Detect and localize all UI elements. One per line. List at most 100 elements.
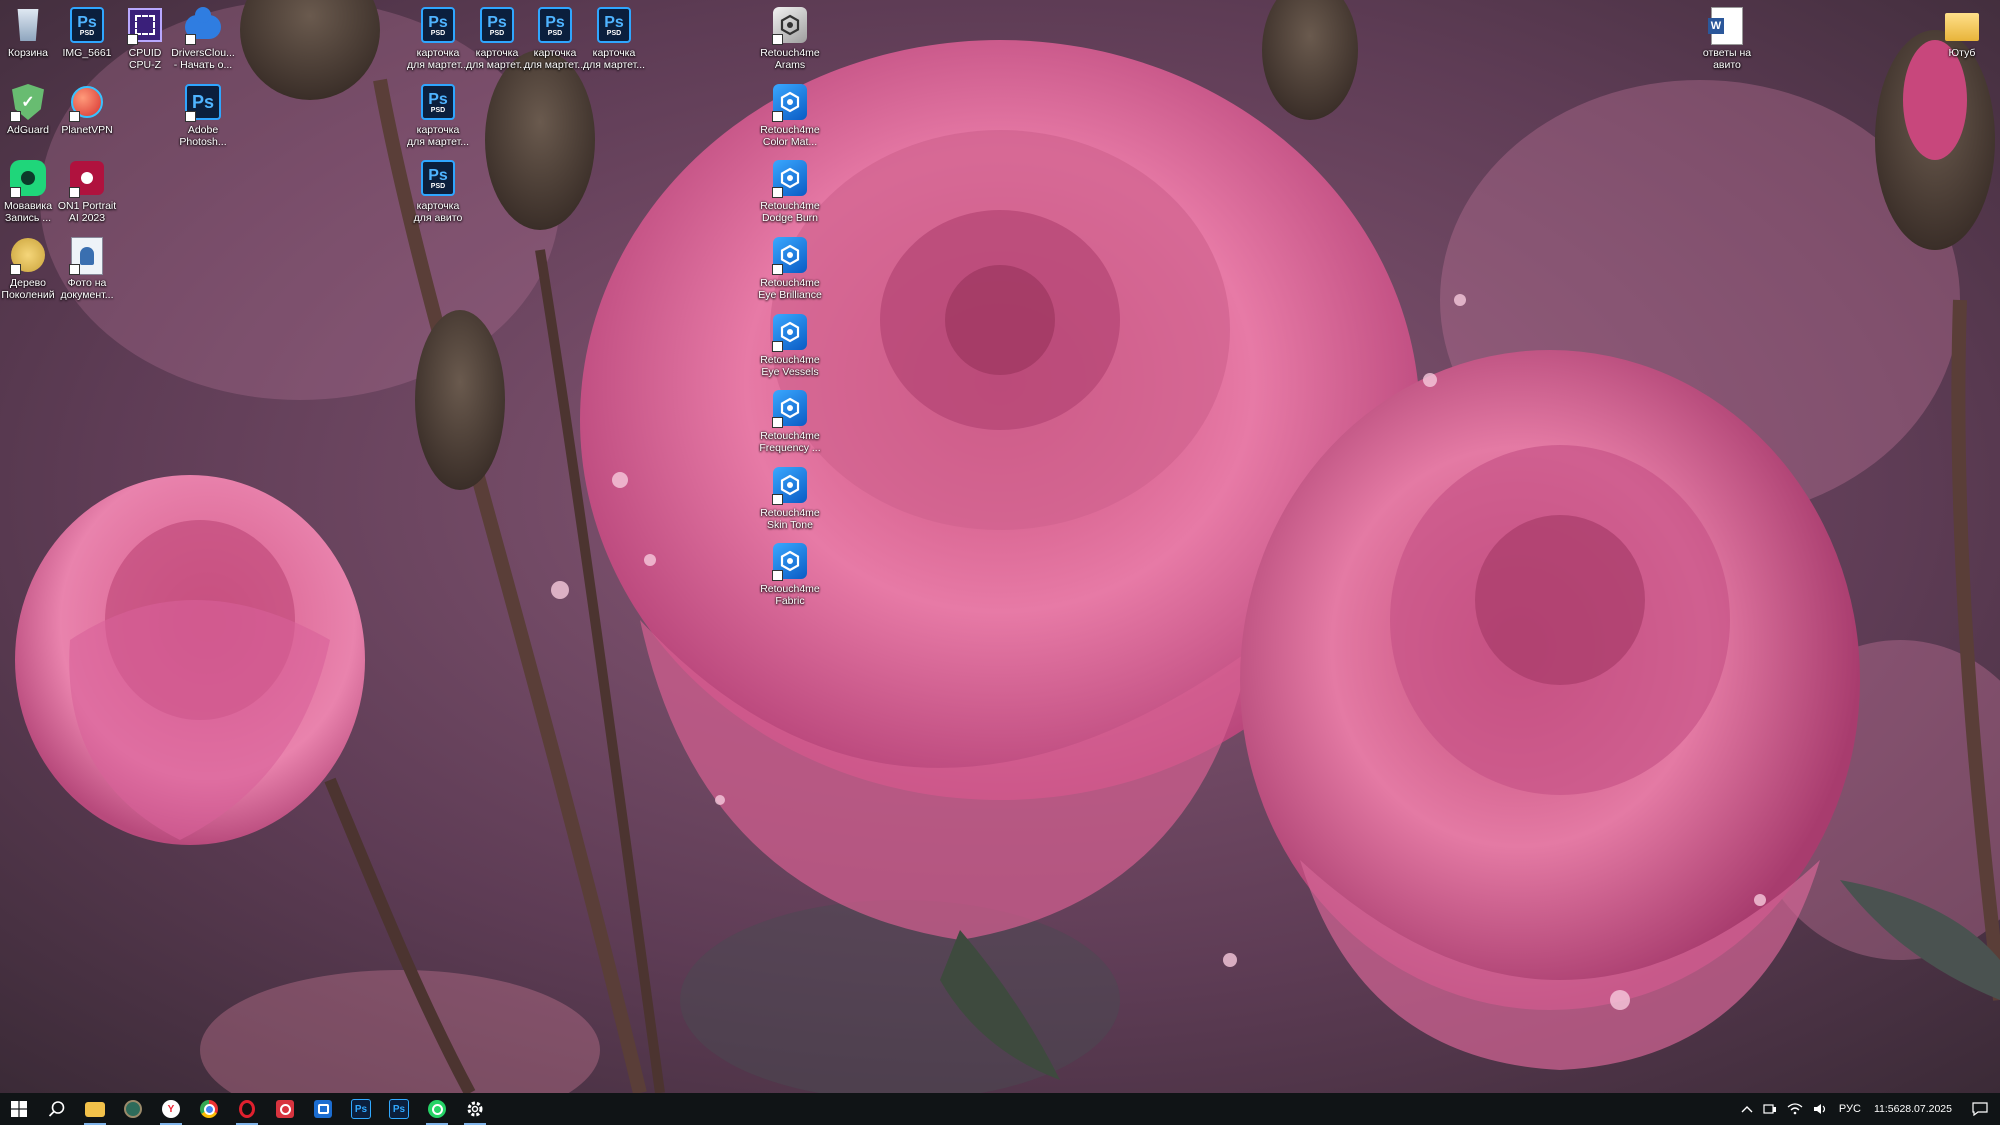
icon-label: Adobe Photosh... bbox=[179, 124, 227, 148]
icon-glyph: Ps PSD bbox=[418, 158, 458, 198]
folder-icon bbox=[1942, 13, 1982, 41]
desktop-icon-r_fabric[interactable]: Retouch4me Fabric bbox=[755, 541, 825, 607]
shortcut-arrow-icon bbox=[69, 187, 80, 198]
icon-label: Retouch4me Fabric bbox=[760, 583, 820, 607]
screenshot-app[interactable] bbox=[304, 1093, 342, 1125]
shortcut-arrow-icon bbox=[772, 34, 783, 45]
icon-glyph bbox=[770, 158, 810, 198]
desktop-icon-r_eye[interactable]: Retouch4me Eye Brilliance bbox=[755, 235, 825, 301]
desktop-icon-on1[interactable]: ON1 Portrait AI 2023 bbox=[52, 158, 122, 224]
icon-glyph: Ps bbox=[183, 82, 223, 122]
icon-label: Retouch4me Eye Vessels bbox=[760, 354, 820, 378]
search-button[interactable] bbox=[38, 1093, 76, 1125]
icon-label: Retouch4me Eye Brilliance bbox=[758, 277, 822, 301]
notifications-button[interactable] bbox=[1960, 1093, 2000, 1125]
folder-icon bbox=[85, 1101, 105, 1117]
icon-glyph: Ps PSD bbox=[418, 82, 458, 122]
desktop-icon-r_color[interactable]: Retouch4me Color Mat... bbox=[755, 82, 825, 148]
psd-file-icon: Ps PSD bbox=[421, 84, 455, 120]
icon-label: Фото на документ... bbox=[60, 277, 114, 301]
desktop-icon-r_skin[interactable]: Retouch4me Skin Tone bbox=[755, 465, 825, 531]
wifi-icon bbox=[1787, 1103, 1803, 1115]
desktop-icon-card6[interactable]: Ps PSD карточка для авито bbox=[403, 158, 473, 224]
psd-file-icon: Ps PSD bbox=[421, 7, 455, 43]
photoshop-2[interactable]: Ps bbox=[380, 1093, 418, 1125]
desktop-icon-photoshop[interactable]: Ps Adobe Photosh... bbox=[168, 82, 238, 148]
psd-badge: PSD bbox=[430, 182, 446, 190]
icon-label: карточка для авито bbox=[413, 200, 463, 224]
start-button[interactable] bbox=[0, 1093, 38, 1125]
icon-glyph bbox=[67, 82, 107, 122]
icon-label: карточка для мартет... bbox=[582, 47, 646, 71]
icon-glyph bbox=[183, 5, 223, 45]
icon-label: карточка для мартет... bbox=[406, 124, 470, 148]
opera-icon bbox=[239, 1100, 255, 1118]
desktop-icon-r_vessels[interactable]: Retouch4me Eye Vessels bbox=[755, 312, 825, 378]
whatsapp[interactable] bbox=[418, 1093, 456, 1125]
shortcut-arrow-icon bbox=[772, 570, 783, 581]
icon-label: Retouch4me Skin Tone bbox=[760, 507, 820, 531]
yandex-icon: Y bbox=[162, 1100, 180, 1118]
icon-label: Ютуб bbox=[1948, 47, 1976, 59]
chrome-icon bbox=[200, 1100, 218, 1118]
desktop-icon-card4[interactable]: Ps PSD карточка для мартет... bbox=[579, 5, 649, 71]
psd-badge: PSD bbox=[489, 29, 505, 37]
icon-glyph: Ps PSD bbox=[594, 5, 634, 45]
show-hidden-icons-button[interactable] bbox=[1736, 1093, 1758, 1125]
icon-glyph: Ps PSD bbox=[418, 5, 458, 45]
desktop-icon-answers[interactable]: W ответы на авито bbox=[1692, 5, 1762, 71]
yandex-browser[interactable]: Y bbox=[152, 1093, 190, 1125]
taskbar: Y Ps Ps РУС 11:56 28.07.2025 bbox=[0, 1093, 2000, 1125]
chrome[interactable] bbox=[190, 1093, 228, 1125]
desktop-icon-r_freq[interactable]: Retouch4me Frequency ... bbox=[755, 388, 825, 454]
circle-app-icon bbox=[124, 1100, 142, 1118]
desktop-icon-drivers[interactable]: DriversClou... - Начать о... bbox=[168, 5, 238, 71]
clock-time: 11:56 bbox=[1873, 1103, 1900, 1115]
whatsapp-icon bbox=[428, 1100, 446, 1118]
camera-app[interactable] bbox=[266, 1093, 304, 1125]
desktop-icon-photodocs[interactable]: Фото на документ... bbox=[52, 235, 122, 301]
volume-button[interactable] bbox=[1808, 1093, 1834, 1125]
windows-logo-icon bbox=[11, 1101, 27, 1117]
search-icon bbox=[48, 1101, 65, 1117]
icon-glyph bbox=[8, 158, 48, 198]
desktop-icon-r_arams[interactable]: Retouch4me Arams bbox=[755, 5, 825, 71]
system-tray: РУС 11:56 28.07.2025 bbox=[1736, 1093, 2000, 1125]
icon-glyph bbox=[125, 5, 165, 45]
shortcut-arrow-icon bbox=[772, 187, 783, 198]
network-button[interactable] bbox=[1782, 1093, 1808, 1125]
photoshop-1[interactable]: Ps bbox=[342, 1093, 380, 1125]
icon-label: Retouch4me Dodge Burn bbox=[760, 200, 820, 224]
tray-device-button[interactable] bbox=[1758, 1093, 1782, 1125]
desktop-wallpaper bbox=[0, 0, 2000, 1093]
icon-label: Retouch4me Arams bbox=[760, 47, 820, 71]
icon-glyph bbox=[8, 5, 48, 45]
shortcut-arrow-icon bbox=[772, 341, 783, 352]
icon-label: DriversClou... - Начать о... bbox=[171, 47, 235, 71]
shortcut-arrow-icon bbox=[10, 264, 21, 275]
desktop-icon-planetvpn[interactable]: PlanetVPN bbox=[52, 82, 122, 137]
psd-badge: PSD bbox=[606, 29, 622, 37]
file-explorer[interactable] bbox=[76, 1093, 114, 1125]
clock[interactable]: 11:56 28.07.2025 bbox=[1866, 1093, 1960, 1125]
language-indicator[interactable]: РУС bbox=[1834, 1093, 1866, 1125]
icon-label: ответы на авито bbox=[1702, 47, 1752, 71]
icon-glyph: Ps PSD bbox=[477, 5, 517, 45]
opera[interactable] bbox=[228, 1093, 266, 1125]
icon-glyph bbox=[1942, 5, 1982, 45]
psd-file-icon: Ps PSD bbox=[480, 7, 514, 43]
icon-glyph: Ps PSD bbox=[67, 5, 107, 45]
desktop-icon-r_dodge[interactable]: Retouch4me Dodge Burn bbox=[755, 158, 825, 224]
psd-badge: PSD bbox=[430, 106, 446, 114]
icon-glyph bbox=[67, 158, 107, 198]
app-green[interactable] bbox=[114, 1093, 152, 1125]
desktop-icon-youtube[interactable]: Ютуб bbox=[1927, 5, 1997, 60]
settings[interactable] bbox=[456, 1093, 494, 1125]
shortcut-arrow-icon bbox=[772, 417, 783, 428]
psd-file-icon: Ps PSD bbox=[421, 160, 455, 196]
psd-file-icon: Ps PSD bbox=[70, 7, 104, 43]
icon-glyph: ✓ bbox=[8, 82, 48, 122]
psd-badge: PSD bbox=[79, 29, 95, 37]
shortcut-arrow-icon bbox=[10, 111, 21, 122]
desktop-icon-card5[interactable]: Ps PSD карточка для мартет... bbox=[403, 82, 473, 148]
